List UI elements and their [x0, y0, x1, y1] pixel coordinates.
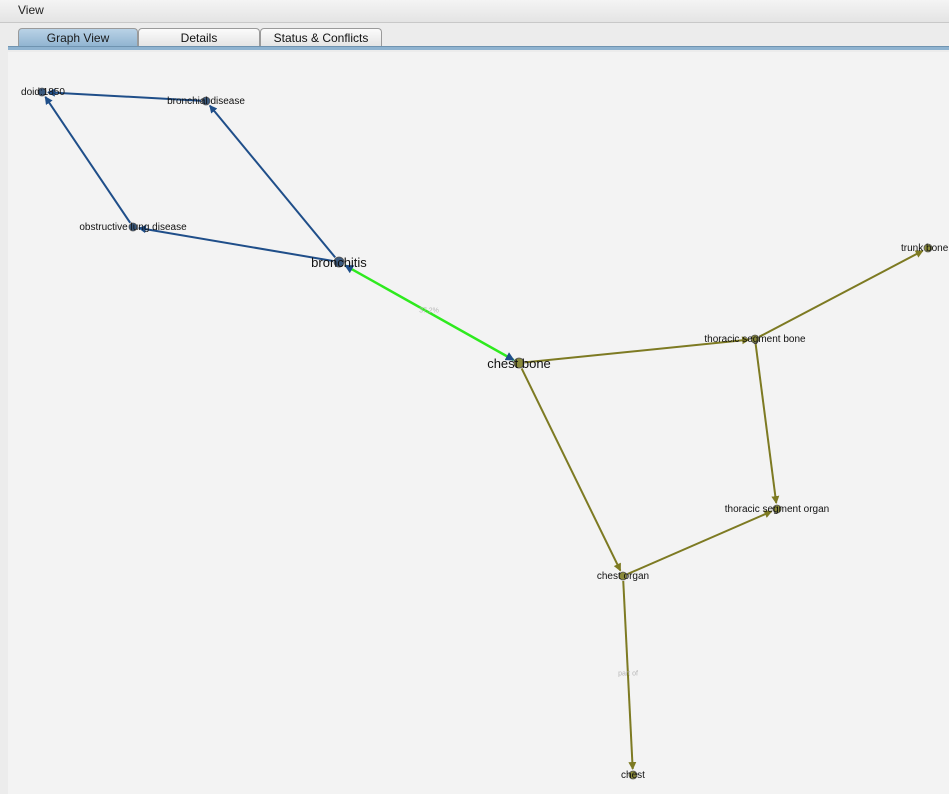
- node-bronchitis[interactable]: bronchitis: [311, 255, 367, 270]
- node-label: bronchial disease: [167, 96, 245, 107]
- node-bronchial-disease[interactable]: bronchial disease: [167, 96, 245, 107]
- node-chest-organ[interactable]: chest organ: [597, 571, 649, 582]
- edge-thoracic_segment_bone-to-thoracic_segment_organ[interactable]: [754, 343, 780, 505]
- node-label: obstructive lung disease: [79, 222, 187, 233]
- node-thoracic-segment-bone[interactable]: thoracic segment bone: [704, 334, 806, 345]
- menu-view[interactable]: View: [18, 3, 44, 17]
- tab-details[interactable]: Details: [138, 28, 260, 47]
- node-label: thoracic segment bone: [704, 334, 806, 345]
- nodes-layer: doid:1850 bronchial disease obstructive lu…: [21, 87, 949, 781]
- node-label: chest: [621, 770, 645, 781]
- tab-status-conflicts[interactable]: Status & Conflicts: [260, 28, 382, 47]
- edge-label: part of: [618, 671, 638, 678]
- node-thoracic-segment-organ[interactable]: thoracic segment organ: [725, 504, 830, 515]
- graph-canvas[interactable]: 37.2% part of doid:1850 bronchial disease o…: [8, 52, 949, 794]
- node-label: bronchitis: [311, 255, 367, 270]
- edge-bronchitis-to-bronchial_disease[interactable]: [209, 104, 336, 259]
- tab-graph-view[interactable]: Graph View: [18, 28, 138, 47]
- node-label: doid:1850: [21, 87, 65, 98]
- node-label: thoracic segment organ: [725, 504, 830, 515]
- node-chest[interactable]: chest: [621, 770, 645, 781]
- node-trunk-bone[interactable]: trunk bone: [901, 243, 949, 254]
- node-label: chest bone: [487, 356, 551, 371]
- edge-chest_bone-to-chest_organ[interactable]: [520, 367, 622, 572]
- edge-label: 37.2%: [419, 308, 439, 315]
- graph-svg[interactable]: 37.2% part of doid:1850 bronchial disease o…: [8, 52, 949, 794]
- node-label: chest organ: [597, 571, 649, 582]
- tab-underline: [8, 46, 949, 50]
- node-label: trunk bone: [901, 243, 949, 254]
- edges-layer: [44, 88, 924, 771]
- edge-chest_organ-to-thoracic_segment_organ[interactable]: [627, 510, 773, 575]
- menu-bar: View: [0, 0, 949, 23]
- node-chest-bone[interactable]: chest bone: [487, 356, 551, 371]
- node-doid1850[interactable]: doid:1850: [21, 87, 65, 98]
- edge-thoracic_segment_bone-to-trunk_bone[interactable]: [758, 249, 924, 338]
- node-obstructive-lung-disease[interactable]: obstructive lung disease: [79, 222, 187, 233]
- edge-obstructive_lung_disease-to-doid1850[interactable]: [44, 96, 132, 224]
